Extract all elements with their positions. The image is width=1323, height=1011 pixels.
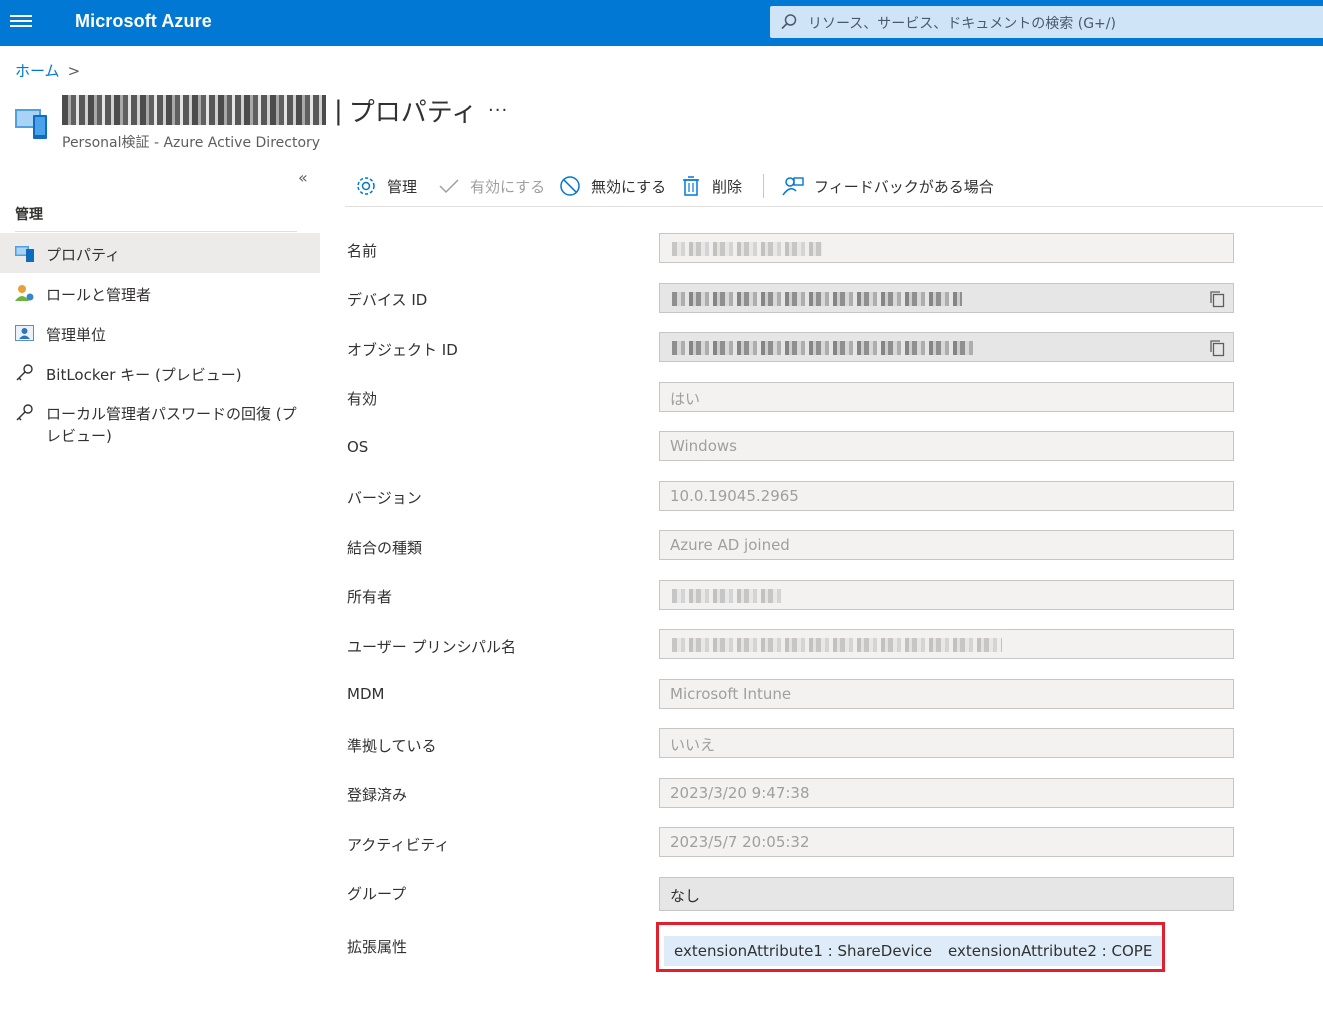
name-label: 名前 (347, 242, 378, 260)
device-icon (15, 109, 47, 139)
redacted-value (672, 242, 822, 256)
sidebar-item-admin-units[interactable]: 管理単位 (0, 313, 320, 353)
upn-field[interactable] (659, 629, 1234, 659)
admin-unit-icon (15, 325, 34, 341)
global-search-box[interactable]: リソース、サービス、ドキュメントの検索 (G+/) (770, 6, 1323, 38)
gear-icon (357, 177, 375, 195)
sidebar-item-label: プロパティ (46, 246, 121, 264)
activity-label: アクティビティ (347, 836, 450, 854)
search-icon (781, 14, 797, 30)
registered-label: 登録済み (347, 786, 408, 804)
extension-attributes-label: 拡張属性 (347, 938, 408, 956)
sidebar-item-label: ローカル管理者パスワードの回復 (プレビュー) (46, 405, 297, 445)
copy-icon[interactable] (1209, 290, 1225, 308)
version-label: バージョン (347, 489, 422, 507)
sidebar-heading: 管理 (15, 207, 43, 223)
object-id-label: オブジェクト ID (347, 341, 458, 359)
mdm-label: MDM (347, 685, 385, 703)
redacted-value (672, 638, 1002, 652)
extension-attributes-highlight: extensionAttribute1 : ShareDevice extens… (656, 922, 1165, 972)
enabled-field[interactable]: はい (659, 382, 1234, 412)
menu-icon[interactable] (10, 12, 32, 34)
toolbar-divider (763, 174, 764, 198)
divider (15, 231, 297, 232)
collapse-sidebar-button[interactable]: « (298, 168, 308, 187)
feedback-icon (782, 177, 804, 196)
page-subtitle: Personal検証 - Azure Active Directory (62, 135, 321, 151)
enabled-label: 有効 (347, 390, 378, 408)
top-bar: Microsoft Azure リソース、サービス、ドキュメントの検索 (G+/… (0, 0, 1323, 46)
command-bar: 管理 有効にする 無効にする 削除 フィードバックがある場合 (345, 165, 1323, 207)
redacted-value (672, 589, 782, 603)
extension-attribute-chip[interactable]: extensionAttribute1 : ShareDevice (664, 936, 943, 966)
key-icon (16, 364, 33, 381)
sidebar-item-label: ロールと管理者 (46, 286, 152, 304)
group-field[interactable]: なし (659, 877, 1234, 911)
search-input[interactable]: リソース、サービス、ドキュメントの検索 (G+/) (808, 13, 1116, 33)
key-icon (16, 404, 33, 421)
activity-field[interactable]: 2023/5/7 20:05:32 (659, 827, 1234, 857)
registered-field[interactable]: 2023/3/20 9:47:38 (659, 778, 1234, 808)
sidebar-item-properties[interactable]: プロパティ (0, 233, 320, 273)
compliant-label: 準拠している (347, 737, 437, 755)
user-role-icon (15, 285, 34, 301)
page-title: | プロパティ (62, 92, 477, 132)
sidebar-item-roles[interactable]: ロールと管理者 (0, 273, 320, 313)
more-options-button[interactable]: ··· (488, 100, 508, 121)
join-type-field[interactable]: Azure AD joined (659, 530, 1234, 560)
name-field[interactable] (659, 233, 1234, 263)
device-id-label: デバイス ID (347, 291, 428, 309)
os-field[interactable]: Windows (659, 431, 1234, 461)
copy-icon[interactable] (1209, 339, 1225, 357)
sidebar-item-label: 管理単位 (46, 326, 107, 344)
redacted-value (672, 341, 977, 355)
breadcrumb-home-link[interactable]: ホーム (15, 62, 60, 80)
join-type-label: 結合の種類 (347, 539, 423, 557)
page-title-text: プロパティ (348, 98, 478, 128)
sidebar-item-label: BitLocker キー (プレビュー) (46, 366, 242, 384)
group-label: グループ (347, 885, 407, 903)
trash-icon (683, 176, 699, 196)
extension-attribute-chip[interactable]: extensionAttribute2 : COPE (938, 936, 1163, 966)
device-icon (15, 246, 34, 262)
redacted-device-name (62, 94, 326, 125)
sidebar-item-local-admin-password[interactable]: ローカル管理者パスワードの回復 (プレビュー) (0, 393, 320, 451)
mdm-field[interactable]: Microsoft Intune (659, 679, 1234, 709)
compliant-field[interactable]: いいえ (659, 728, 1234, 758)
chevron-right-icon: > (67, 62, 81, 80)
device-id-field[interactable] (659, 283, 1234, 313)
upn-label: ユーザー プリンシパル名 (347, 638, 517, 656)
redacted-value (672, 292, 962, 306)
object-id-field[interactable] (659, 332, 1234, 362)
owner-label: 所有者 (347, 588, 393, 606)
owner-field[interactable] (659, 580, 1234, 610)
sidebar-item-bitlocker-keys[interactable]: BitLocker キー (プレビュー) (0, 353, 320, 393)
version-field[interactable]: 10.0.19045.2965 (659, 481, 1234, 511)
block-icon (560, 176, 580, 196)
brand-title[interactable]: Microsoft Azure (75, 11, 212, 32)
breadcrumb: ホーム > (15, 60, 80, 81)
os-label: OS (347, 438, 369, 456)
checkmark-icon (439, 179, 459, 194)
